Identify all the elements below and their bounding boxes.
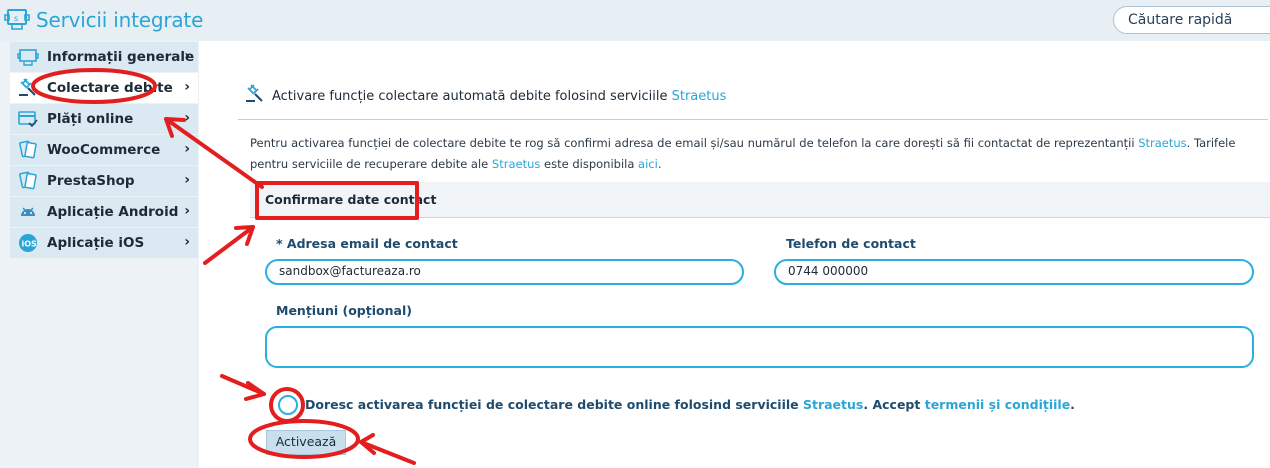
straetus-link[interactable]: Straetus <box>803 397 863 412</box>
sidebar-item-prestashop[interactable]: PrestaShop › <box>10 166 198 196</box>
sidebar-item-informatii-generale[interactable]: Informații generale › <box>10 42 198 72</box>
sidebar-item-label: Aplicație Android <box>47 204 179 220</box>
card-icon <box>17 109 39 129</box>
svg-text:iOS: iOS <box>22 240 38 249</box>
sidebar-item-label: Informații generale <box>47 49 195 65</box>
heading-text: Activare funcție colectare automată debi… <box>272 88 727 104</box>
sidebar-item-plati-online[interactable]: Plăți online › <box>10 104 198 134</box>
notes-textarea[interactable] <box>265 326 1254 368</box>
integrations-icon: s <box>4 6 30 34</box>
notes-label: Mențiuni (opțional) <box>276 303 412 318</box>
email-field[interactable]: sandbox@factureaza.ro <box>265 259 744 285</box>
phone-label: Telefon de contact <box>786 236 916 251</box>
chevron-right-icon: › <box>184 79 190 95</box>
straetus-link[interactable]: Straetus <box>492 157 540 171</box>
monitor-icon <box>17 47 39 67</box>
divider <box>238 119 1268 120</box>
consent-text: Doresc activarea funcției de colectare d… <box>305 397 1075 412</box>
section-heading: Activare funcție colectare automată debi… <box>244 84 726 108</box>
sidebar-item-colectare-debite[interactable]: Colectare debite › <box>10 73 198 103</box>
sidebar-item-aplicatie-ios[interactable]: iOS Aplicație iOS › <box>10 228 198 258</box>
sidebar-item-label: PrestaShop <box>47 173 135 189</box>
chevron-right-icon: › <box>184 141 190 157</box>
activate-button[interactable]: Activează <box>266 430 346 455</box>
consent-checkbox[interactable] <box>278 395 298 415</box>
description-text: Pentru activarea funcției de colectare d… <box>250 136 1236 171</box>
svg-text:s: s <box>14 14 18 23</box>
email-label: * Adresa email de contact <box>276 236 458 251</box>
phone-field[interactable]: 0744 000000 <box>774 259 1254 285</box>
straetus-link[interactable]: Straetus <box>1138 136 1186 150</box>
sidebar-item-label: WooCommerce <box>47 142 161 158</box>
search-input[interactable]: Căutare rapidă <box>1113 6 1270 34</box>
chevron-right-icon: › <box>184 172 190 188</box>
pricing-link[interactable]: aici <box>638 157 658 171</box>
sidebar-item-woocommerce[interactable]: WooCommerce › <box>10 135 198 165</box>
cards-icon <box>17 140 39 160</box>
sidebar-nav: Informații generale › Colectare debite ›… <box>10 42 198 259</box>
chevron-right-icon: › <box>184 110 190 126</box>
sidebar-item-label: Colectare debite <box>47 80 173 96</box>
sidebar-item-label: Plăți online <box>47 111 134 127</box>
ios-icon: iOS <box>17 233 39 253</box>
gavel-icon <box>244 84 266 108</box>
sidebar-item-label: Aplicație iOS <box>47 235 145 251</box>
app-header: s Servicii integrate <box>4 6 203 34</box>
gavel-icon <box>17 78 39 98</box>
contact-section-title: Confirmare date contact <box>265 192 437 207</box>
chevron-right-icon: › <box>184 203 190 219</box>
terms-link[interactable]: termenii și condițiile <box>925 397 1070 412</box>
page-title: Servicii integrate <box>36 8 204 32</box>
sidebar-item-aplicatie-android[interactable]: Aplicație Android › <box>10 197 198 227</box>
android-icon <box>17 202 39 222</box>
chevron-right-icon: › <box>184 48 190 64</box>
cards-icon <box>17 171 39 191</box>
chevron-right-icon: › <box>184 234 190 250</box>
